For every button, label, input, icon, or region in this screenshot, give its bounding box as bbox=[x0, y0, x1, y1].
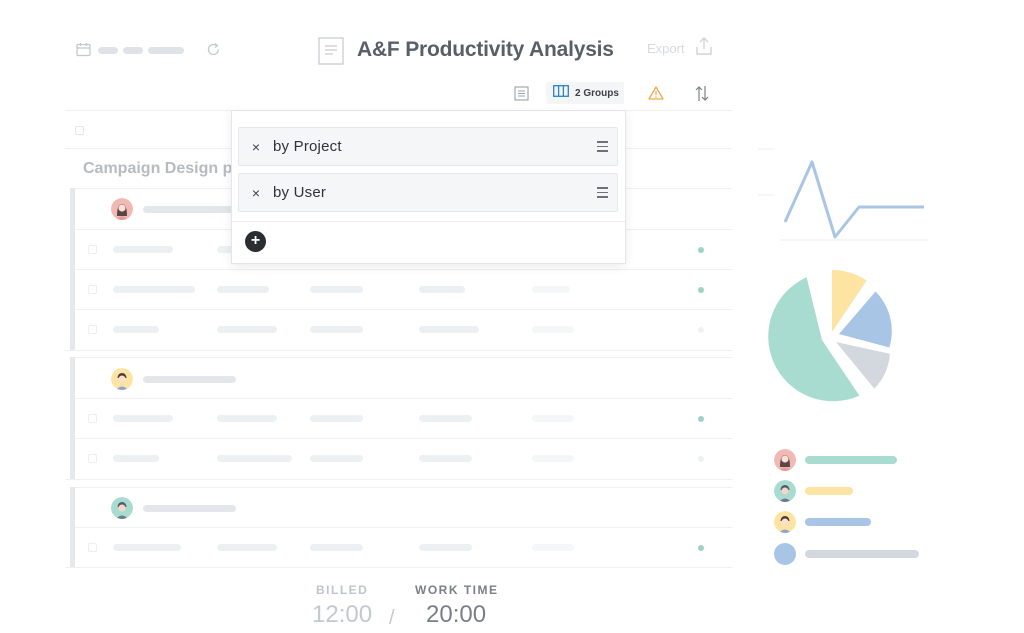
legend-bar-2 bbox=[805, 487, 853, 495]
cell-placeholder bbox=[217, 286, 269, 293]
status-dot bbox=[698, 456, 704, 462]
refresh-icon[interactable] bbox=[206, 42, 221, 62]
cell-placeholder bbox=[310, 415, 363, 422]
cell-placeholder bbox=[310, 544, 363, 551]
legend-avatar-3 bbox=[774, 511, 796, 533]
cell-placeholder bbox=[113, 455, 159, 462]
row-divider bbox=[65, 567, 732, 568]
cell-placeholder bbox=[532, 326, 574, 333]
user-name-placeholder-2 bbox=[143, 376, 236, 383]
group-indicator-2 bbox=[70, 357, 75, 479]
page-title: A&F Productivity Analysis bbox=[357, 38, 614, 61]
row-checkbox[interactable] bbox=[88, 543, 97, 552]
row-checkbox[interactable] bbox=[88, 414, 97, 423]
cell-placeholder bbox=[310, 286, 363, 293]
cell-placeholder bbox=[113, 246, 173, 253]
totals-separator: / bbox=[389, 607, 395, 629]
user-name-placeholder-1 bbox=[143, 206, 238, 213]
row-checkbox[interactable] bbox=[88, 325, 97, 334]
user-name-placeholder-3 bbox=[143, 505, 236, 512]
cell-placeholder bbox=[532, 415, 574, 422]
list-icon[interactable] bbox=[514, 86, 529, 106]
cell-placeholder bbox=[532, 544, 574, 551]
cell-placeholder bbox=[310, 455, 363, 462]
cell-placeholder bbox=[113, 544, 181, 551]
add-group-button[interactable]: + bbox=[245, 231, 266, 252]
billed-value: 12:00 bbox=[312, 601, 373, 628]
cell-placeholder bbox=[419, 286, 465, 293]
cell-placeholder bbox=[113, 286, 195, 293]
legend-avatar-4 bbox=[774, 543, 796, 565]
row-divider bbox=[75, 357, 732, 358]
groups-label: 2 Groups bbox=[575, 87, 619, 99]
date-placeholder-3 bbox=[148, 47, 184, 54]
legend-avatar-1 bbox=[774, 449, 796, 471]
cell-placeholder bbox=[419, 544, 472, 551]
export-button[interactable]: Export bbox=[647, 36, 713, 61]
document-icon bbox=[318, 37, 344, 70]
cell-placeholder bbox=[217, 415, 277, 422]
warning-icon[interactable] bbox=[648, 86, 664, 105]
row-divider bbox=[75, 309, 732, 310]
billed-label: BILLED bbox=[316, 583, 369, 597]
legend-bar-1 bbox=[805, 456, 897, 464]
select-all-checkbox[interactable] bbox=[75, 126, 84, 135]
status-dot bbox=[698, 287, 704, 293]
group-item-user[interactable]: × by User bbox=[238, 173, 618, 212]
calendar-icon[interactable] bbox=[76, 42, 91, 62]
legend-avatar-2 bbox=[774, 480, 796, 502]
row-divider bbox=[75, 527, 732, 528]
drag-handle-icon[interactable] bbox=[587, 187, 617, 198]
cell-placeholder bbox=[217, 455, 292, 462]
date-placeholder-1 bbox=[98, 47, 118, 54]
plus-icon: + bbox=[250, 232, 261, 249]
line-chart-illustration bbox=[755, 140, 930, 250]
row-checkbox[interactable] bbox=[88, 454, 97, 463]
row-divider bbox=[75, 269, 732, 270]
row-divider bbox=[65, 350, 732, 351]
close-icon[interactable]: × bbox=[239, 139, 273, 155]
row-checkbox[interactable] bbox=[88, 285, 97, 294]
row-divider bbox=[75, 487, 732, 488]
drag-handle-icon[interactable] bbox=[587, 141, 617, 152]
cell-placeholder bbox=[532, 286, 570, 293]
worktime-value: 20:00 bbox=[426, 601, 487, 628]
cell-placeholder bbox=[113, 415, 173, 422]
group-item-label: by User bbox=[273, 184, 327, 201]
cell-placeholder bbox=[217, 326, 277, 333]
status-dot bbox=[698, 247, 704, 253]
row-checkbox[interactable] bbox=[88, 245, 97, 254]
row-divider bbox=[65, 479, 732, 480]
export-label: Export bbox=[647, 41, 685, 56]
status-dot bbox=[698, 327, 704, 333]
avatar-user-1 bbox=[111, 198, 133, 220]
cell-placeholder bbox=[419, 415, 472, 422]
avatar-user-2 bbox=[111, 368, 133, 390]
group-item-project[interactable]: × by Project bbox=[238, 127, 618, 166]
legend-bar-4 bbox=[805, 550, 919, 558]
status-dot bbox=[698, 545, 704, 551]
worktime-label: WORK TIME bbox=[415, 583, 499, 597]
upload-icon bbox=[695, 36, 713, 61]
cell-placeholder bbox=[310, 326, 363, 333]
group-item-label: by Project bbox=[273, 138, 342, 155]
cell-placeholder bbox=[419, 326, 479, 333]
pie-chart-illustration bbox=[762, 266, 897, 411]
groups-button[interactable]: 2 Groups bbox=[546, 82, 624, 104]
cell-placeholder bbox=[532, 455, 574, 462]
date-placeholder-2 bbox=[123, 47, 143, 54]
dropdown-divider bbox=[232, 221, 625, 222]
cell-placeholder bbox=[217, 544, 277, 551]
status-dot bbox=[698, 416, 704, 422]
cell-placeholder bbox=[113, 326, 159, 333]
close-icon[interactable]: × bbox=[239, 185, 273, 201]
avatar-user-3 bbox=[111, 497, 133, 519]
row-divider bbox=[75, 398, 732, 399]
row-divider bbox=[75, 438, 732, 439]
legend-bar-3 bbox=[805, 518, 871, 526]
cell-placeholder bbox=[419, 455, 472, 462]
sort-icon[interactable] bbox=[694, 85, 710, 107]
columns-icon bbox=[553, 84, 569, 102]
group-heading: Campaign Design p bbox=[83, 160, 233, 177]
